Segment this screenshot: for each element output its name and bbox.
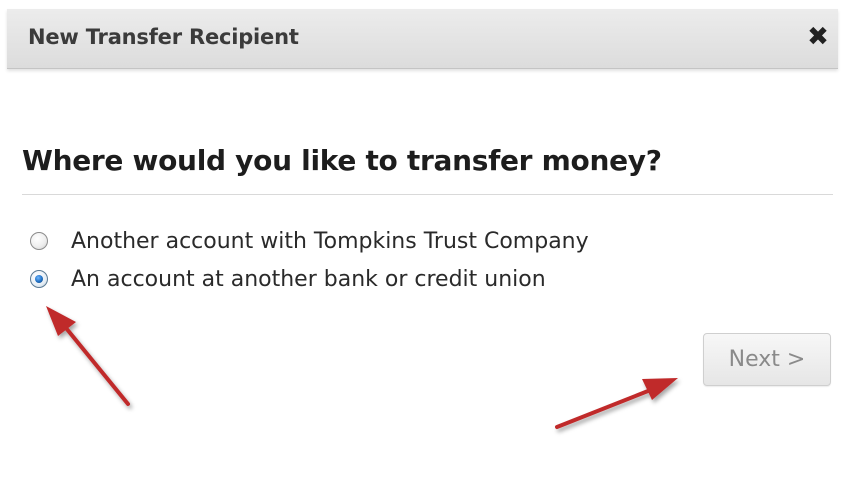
close-icon[interactable]: ✖ <box>804 21 832 53</box>
dialog-title: New Transfer Recipient <box>28 25 299 49</box>
arrow-to-next-button <box>555 378 678 429</box>
dialog-title-bar: New Transfer Recipient ✖ <box>7 9 838 69</box>
next-button[interactable]: Next > <box>703 333 831 386</box>
radio-other-bank[interactable] <box>30 270 48 288</box>
radio-tompkins-account[interactable] <box>30 232 48 250</box>
option-other-bank-label: An account at another bank or credit uni… <box>71 266 546 292</box>
option-tompkins-account-label: Another account with Tompkins Trust Comp… <box>71 228 589 254</box>
heading-divider <box>22 194 833 195</box>
option-tompkins-account[interactable]: Another account with Tompkins Trust Comp… <box>30 226 589 256</box>
option-other-bank[interactable]: An account at another bank or credit uni… <box>30 264 546 294</box>
arrow-to-radio <box>46 306 130 406</box>
page-heading: Where would you like to transfer money? <box>22 144 662 177</box>
